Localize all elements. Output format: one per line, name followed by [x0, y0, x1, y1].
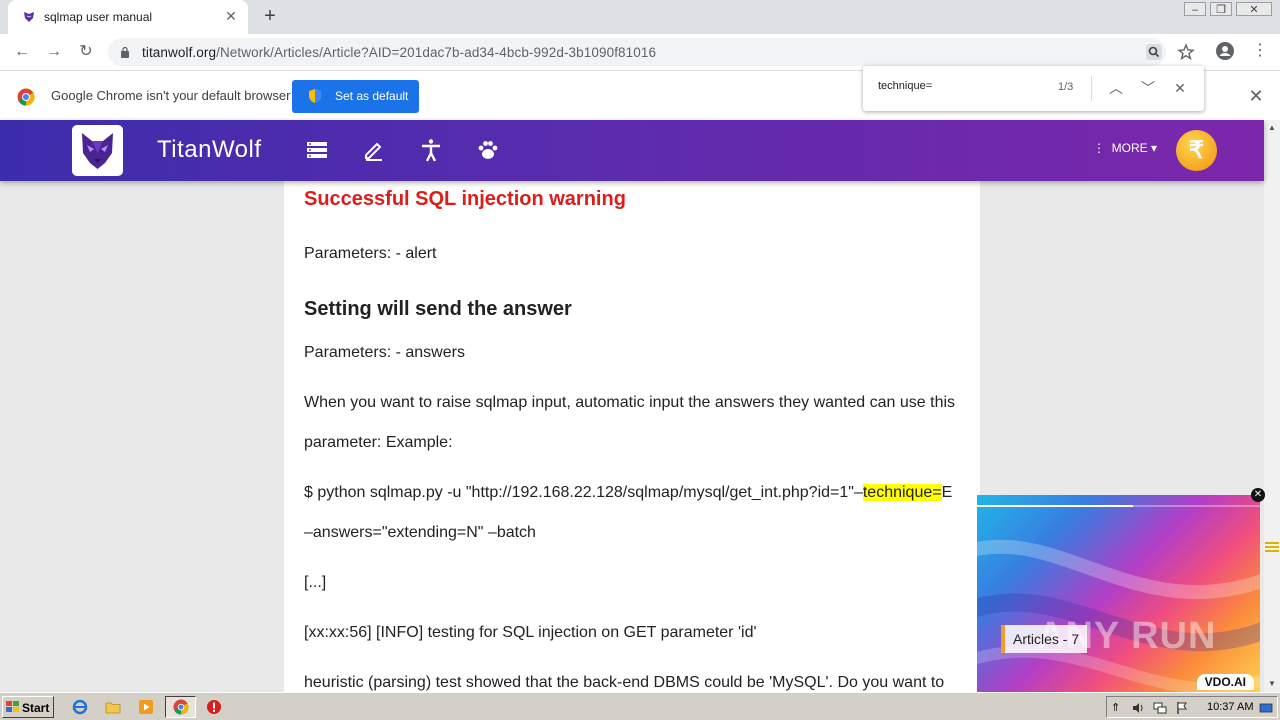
site-header: TitanWolf ⋮ MORE ▾ ₹: [0, 120, 1264, 181]
caret-down-icon: ▾: [1151, 141, 1158, 155]
find-bar: technique= 1/3 ︿ ﹀ ✕: [863, 66, 1204, 111]
find-highlight: technique=: [862, 484, 942, 501]
paw-icon[interactable]: [476, 138, 500, 162]
network-icon[interactable]: [1153, 701, 1167, 715]
titanwolf-favicon-icon: [24, 12, 34, 22]
url-text: titanwolf.org/Network/Articles/Article?A…: [142, 45, 656, 60]
ad-close-icon[interactable]: ✕: [1251, 488, 1265, 502]
log-line-info: [xx:xx:56] [INFO] testing for SQL inject…: [304, 624, 757, 641]
find-next-icon[interactable]: ﹀: [1138, 78, 1158, 98]
url-path: /Network/Articles/Article?AID=201dac7b-a…: [216, 45, 657, 60]
forward-arrow-icon[interactable]: →: [44, 42, 64, 62]
taskbar-chrome-active[interactable]: [165, 696, 196, 718]
set-as-default-button[interactable]: Set as default: [292, 80, 419, 113]
edit-pencil-icon[interactable]: [362, 138, 386, 162]
windows-flag-icon: [6, 701, 19, 712]
infobar-close-icon[interactable]: ✕: [1247, 87, 1265, 105]
command-prefix: $ python sqlmap.py -u "http://192.168.22…: [304, 484, 863, 501]
find-in-page-icon[interactable]: [1144, 42, 1164, 62]
lock-icon: [121, 46, 129, 58]
ellipsis-text: [...]: [304, 574, 327, 591]
more-menu[interactable]: ⋮ MORE ▾: [1093, 141, 1157, 155]
system-clock: 10:37 AM: [1207, 701, 1254, 713]
accessibility-icon[interactable]: [419, 138, 443, 162]
paragraph-alert: Parameters: - alert: [304, 245, 437, 262]
command-line1: $ python sqlmap.py -u "http://192.168.22…: [304, 484, 952, 502]
log-line-heuristic: heuristic (parsing) test showed that the…: [304, 674, 945, 691]
wolf-logo-icon: [82, 133, 113, 169]
warning-heading: Successful SQL injection warning: [304, 188, 626, 210]
find-divider: [1091, 76, 1092, 101]
chrome-taskbar-icon: [173, 699, 189, 715]
list-icon[interactable]: [305, 138, 329, 162]
ad-progress-fill: [977, 505, 1133, 507]
find-match-marker-icon: [1265, 542, 1279, 552]
titanwolf-logo[interactable]: [72, 125, 123, 176]
shield-icon: [309, 89, 321, 103]
paragraph-explain-line2: parameter: Example:: [304, 434, 453, 451]
answer-heading: Setting will send the answer: [304, 298, 572, 320]
find-close-icon[interactable]: ✕: [1170, 78, 1190, 98]
folder-icon[interactable]: [105, 699, 121, 715]
page-scrollbar[interactable]: ▲ ▼: [1264, 120, 1280, 692]
ad-brand-logo[interactable]: VDO.AI: [1196, 674, 1254, 690]
command-suffix: E: [941, 484, 953, 501]
url-host: titanwolf.org: [142, 45, 217, 60]
browser-tab[interactable]: sqlmap user manual ✕: [8, 0, 248, 34]
site-brand-name[interactable]: TitanWolf: [157, 136, 262, 164]
ad-swirl-graphic: [977, 539, 1260, 692]
command-line2: –answers="extending=N" –batch: [304, 524, 536, 541]
media-player-icon[interactable]: [138, 699, 154, 715]
bookmark-star-icon[interactable]: [1176, 42, 1196, 62]
system-tray: ⇑ 10:37 AM: [1106, 696, 1278, 718]
chrome-logo-icon: [17, 88, 35, 106]
reload-icon[interactable]: ↻: [76, 42, 96, 62]
chrome-menu-icon[interactable]: ⋮: [1252, 42, 1268, 60]
browser-toolbar: ← → ↻ titanwolf.org/Network/Articles/Art…: [0, 34, 1280, 70]
tray-expand-icon[interactable]: ⇑: [1111, 701, 1125, 715]
tab-close-icon[interactable]: ✕: [223, 8, 239, 24]
new-tab-icon[interactable]: +: [260, 6, 280, 26]
find-previous-icon[interactable]: ︿: [1106, 78, 1126, 98]
address-bar[interactable]: titanwolf.org/Network/Articles/Article?A…: [108, 38, 1195, 66]
find-input[interactable]: technique=: [878, 80, 932, 92]
paragraph-answers: Parameters: - answers: [304, 344, 465, 361]
set-as-default-label: Set as default: [335, 89, 409, 103]
tab-title: sqlmap user manual: [44, 10, 153, 24]
rupee-coin-icon[interactable]: ₹: [1176, 130, 1217, 171]
back-arrow-icon[interactable]: ←: [12, 42, 32, 62]
video-ad[interactable]: ANY RUN Articles - 7 VDO.AI: [977, 495, 1260, 692]
shield-stop-icon[interactable]: [206, 699, 222, 715]
window-close-icon[interactable]: ✕: [1236, 2, 1272, 16]
start-label: Start: [22, 701, 50, 715]
volume-icon[interactable]: [1131, 701, 1145, 715]
scroll-down-icon[interactable]: ▼: [1264, 676, 1280, 692]
minimize-icon[interactable]: –: [1184, 2, 1206, 16]
more-label: MORE: [1111, 141, 1148, 155]
paragraph-explain-line1: When you want to raise sqlmap input, aut…: [304, 394, 956, 411]
start-button[interactable]: Start: [2, 696, 54, 718]
find-match-count: 1/3: [1058, 81, 1074, 93]
more-dots-icon: ⋮: [1093, 141, 1105, 155]
restore-icon[interactable]: ❐: [1210, 2, 1232, 16]
infobar-message: Google Chrome isn't your default browser: [51, 88, 291, 103]
action-center-flag-icon[interactable]: [1175, 701, 1189, 715]
ad-article-label[interactable]: Articles - 7: [1001, 625, 1088, 653]
scroll-up-icon[interactable]: ▲: [1264, 120, 1280, 136]
windows-taskbar: Start ⇑ 10:37 AM: [0, 692, 1280, 720]
internet-explorer-icon[interactable]: [72, 699, 88, 715]
profile-icon[interactable]: [1215, 41, 1235, 61]
article-content: Successful SQL injection warning Paramet…: [284, 181, 980, 692]
show-desktop-icon[interactable]: [1259, 701, 1273, 715]
tab-strip: sqlmap user manual ✕ + – ❐ ✕: [0, 0, 1280, 34]
